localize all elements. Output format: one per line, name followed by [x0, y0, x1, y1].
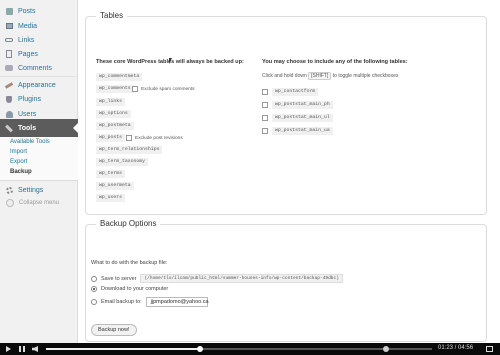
seek-bar[interactable] — [46, 346, 432, 352]
core-table-item: wp_posts — [96, 134, 126, 142]
exclude-revisions-checkbox[interactable] — [126, 135, 132, 141]
exclude-spam-label: Exclude spam comments — [141, 86, 195, 92]
exclude-revisions-label: Exclude post revisions — [135, 135, 183, 141]
sidebar-item-label: Comments — [18, 64, 52, 72]
seek-progress — [46, 348, 201, 350]
download-radio[interactable] — [91, 286, 97, 292]
optional-table-row[interactable]: wp_poststat_main_ph — [262, 100, 333, 109]
tables-fieldset: Tables These core WordPress tables will … — [85, 11, 487, 215]
core-table-item: wp_usermeta — [96, 182, 134, 190]
seek-handle[interactable] — [197, 346, 204, 352]
sidebar-item-comments[interactable]: Comments — [0, 59, 78, 77]
sidebar-item-label: Appearance — [18, 82, 56, 89]
core-table-item: wp_postmeta — [96, 122, 134, 130]
sidebar-item-tools[interactable]: Tools — [0, 119, 79, 137]
hint-text: to toggle multiple checkboxes — [332, 73, 399, 79]
mouse-cursor — [169, 58, 172, 64]
optional-table-name: wp_poststat_main_ua — [272, 126, 333, 135]
sidebar-item-settings[interactable]: Settings — [0, 181, 78, 199]
collapse-icon — [6, 199, 14, 207]
optional-table-checkbox[interactable] — [262, 101, 268, 108]
save-to-server-option[interactable]: Save to server (/home/tlo/ilcam/public_h… — [91, 274, 343, 283]
optional-table-row[interactable]: wp_contactform — [262, 87, 319, 96]
core-table-item: wp_comments — [96, 85, 134, 93]
submenu-backup[interactable]: Backup — [10, 169, 32, 175]
media-icon — [4, 21, 14, 31]
hint-text: Click and hold down — [262, 73, 307, 79]
optional-tables-hint: Click and hold down [SHIFT] to toggle mu… — [262, 72, 399, 80]
save-to-server-radio[interactable] — [91, 275, 97, 282]
backup-options-legend: Backup Options — [96, 219, 161, 228]
optional-table-row[interactable]: wp_poststat_main_ul — [262, 113, 333, 122]
admin-sidebar: Posts Media Links Pages Comments Appeara… — [0, 0, 79, 343]
email-radio[interactable] — [91, 299, 97, 305]
links-icon — [4, 35, 14, 45]
save-to-server-label: Save to server — [101, 275, 137, 282]
volume-icon[interactable] — [32, 346, 38, 352]
appearance-icon — [4, 81, 14, 91]
email-label: Email backup to: — [101, 299, 142, 305]
optional-table-name: wp_poststat_main_ul — [272, 113, 333, 122]
download-label: Download to your computer — [101, 286, 169, 292]
email-input[interactable]: jjpmpadomo@yahoo.ca — [145, 297, 209, 307]
settings-icon — [4, 185, 14, 195]
core-table-item: wp_users — [96, 194, 126, 202]
submenu-available-tools[interactable]: Available Tools — [10, 139, 50, 145]
download-option[interactable]: Download to your computer — [91, 286, 168, 292]
sidebar-item-label: Settings — [18, 186, 44, 194]
fullscreen-icon[interactable] — [486, 346, 493, 352]
sidebar-item-label: Links — [18, 36, 35, 44]
optional-table-checkbox[interactable] — [262, 114, 268, 121]
shift-key-badge: [SHIFT] — [308, 72, 332, 80]
sidebar-item-label: Users — [18, 110, 37, 118]
playback-time: 01:23 / 04:56 — [438, 345, 474, 351]
core-table-item: wp_commentmeta — [96, 73, 143, 81]
backup-now-button[interactable]: Backup now! — [91, 324, 137, 336]
backup-options-fieldset: Backup Options What to do with the backu… — [85, 219, 487, 342]
sidebar-item-label: Pages — [18, 50, 38, 58]
sidebar-item-label: Media — [18, 22, 38, 30]
backup-destination-question: What to do with the backup file: — [91, 260, 168, 266]
core-table-item: wp_term_relationships — [96, 146, 163, 154]
stop-icon[interactable] — [19, 346, 25, 352]
collapse-menu-button[interactable]: Collapse menu — [6, 199, 59, 207]
email-option[interactable]: Email backup to: jjpmpadomo@yahoo.ca — [91, 297, 209, 307]
optional-table-name: wp_contactform — [272, 87, 319, 96]
server-path: (/home/tlo/ilcam/public_html/summer-hous… — [140, 274, 343, 283]
comments-icon — [4, 63, 14, 73]
pages-icon — [4, 49, 14, 59]
optional-table-row[interactable]: wp_poststat_main_ua — [262, 126, 333, 135]
sidebar-item-label: Plugins — [18, 95, 41, 103]
core-table-item: wp_term_taxonomy — [96, 158, 149, 166]
tools-submenu: Available Tools Import Export Backup — [0, 137, 78, 181]
submenu-import[interactable]: Import — [10, 149, 27, 155]
sidebar-item-label: Posts — [18, 7, 36, 15]
core-table-item: wp_options — [96, 110, 131, 118]
sidebar-item-label: Tools — [18, 124, 37, 132]
submenu-export[interactable]: Export — [10, 159, 27, 165]
tables-legend: Tables — [96, 11, 128, 20]
core-table-item: wp_terms — [96, 170, 126, 178]
optional-tables-heading: You may choose to include any of the fol… — [262, 59, 408, 65]
plugins-icon — [4, 94, 14, 104]
optional-table-checkbox[interactable] — [262, 127, 268, 134]
users-icon — [4, 109, 14, 119]
seek-marker — [382, 346, 389, 352]
tools-icon — [4, 123, 14, 133]
exclude-spam-checkbox[interactable] — [132, 86, 138, 92]
pushpin-icon — [4, 6, 14, 16]
collapse-menu-label: Collapse menu — [19, 200, 60, 206]
video-controls: 01:23 / 04:56 — [0, 343, 500, 355]
optional-table-name: wp_poststat_main_ph — [272, 100, 333, 109]
play-icon[interactable] — [6, 346, 11, 352]
core-table-item: wp_links — [96, 98, 126, 106]
exclude-revisions-option[interactable]: Exclude post revisions — [126, 135, 183, 141]
optional-table-checkbox[interactable] — [262, 88, 268, 95]
exclude-spam-option[interactable]: Exclude spam comments — [132, 86, 195, 92]
